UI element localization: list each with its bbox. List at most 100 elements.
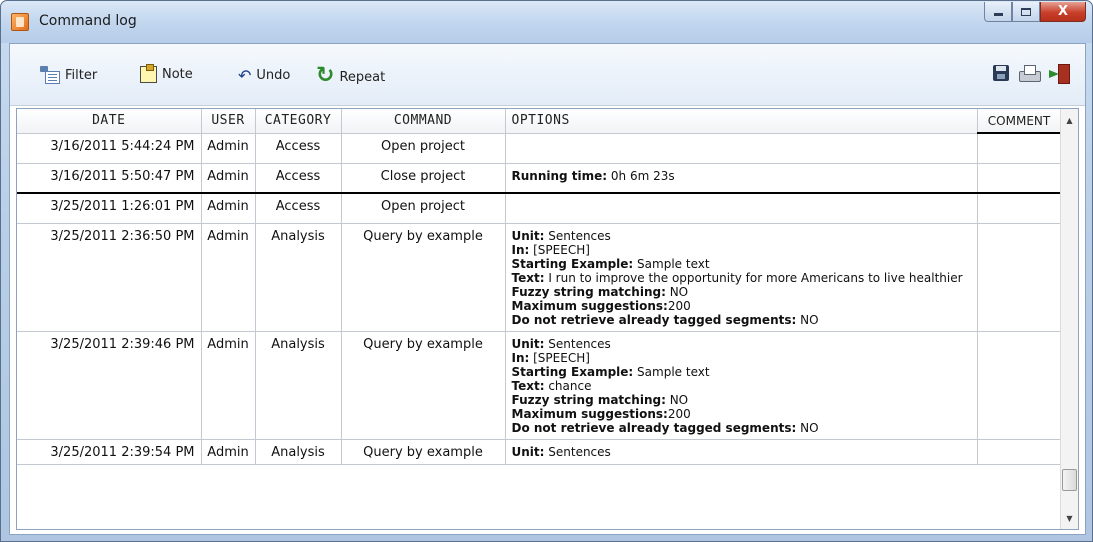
option-line: In: [SPEECH] bbox=[512, 351, 973, 365]
option-value: Sample text bbox=[633, 256, 710, 271]
cell-command: Open project bbox=[341, 133, 506, 164]
note-label: Note bbox=[162, 67, 193, 82]
cell-category: Analysis bbox=[255, 331, 342, 440]
option-key: Running time: bbox=[511, 168, 608, 183]
cell-date: 3/16/2011 5:50:47 PM bbox=[17, 163, 202, 194]
cell-category: Analysis bbox=[255, 223, 342, 332]
note-icon bbox=[140, 64, 157, 83]
option-key: Unit: bbox=[511, 228, 545, 243]
undo-button[interactable]: ↶ Undo bbox=[238, 66, 290, 85]
option-key: Unit: bbox=[511, 336, 545, 351]
cell-category: Access bbox=[255, 193, 342, 224]
cell-options: Unit: Sentences bbox=[505, 439, 978, 465]
cell-date: 3/25/2011 2:36:50 PM bbox=[17, 223, 202, 332]
app-icon bbox=[11, 13, 29, 31]
option-line: Starting Example: Sample text bbox=[512, 365, 973, 379]
client-area: Filter Note ↶ Undo ↻ Repeat DATE USER CA… bbox=[9, 43, 1086, 535]
filter-label: Filter bbox=[65, 67, 98, 83]
note-button[interactable]: Note bbox=[140, 64, 193, 83]
cell-category: Access bbox=[255, 163, 342, 194]
cell-user: Admin bbox=[201, 439, 256, 465]
command-log-window: Command log X Filter Note ↶ Undo ↻ Repea… bbox=[0, 0, 1093, 542]
table-row[interactable]: 3/16/2011 5:44:24 PM Admin Access Open proj… bbox=[17, 133, 1062, 164]
option-line: Unit: Sentences bbox=[512, 445, 973, 459]
column-header-options[interactable]: OPTIONS bbox=[505, 109, 978, 134]
cell-comment[interactable] bbox=[977, 133, 1062, 164]
option-key: Do not retrieve already tagged segments: bbox=[511, 420, 797, 435]
option-key: Fuzzy string matching: bbox=[511, 392, 666, 407]
column-header-date[interactable]: DATE bbox=[17, 109, 202, 134]
cell-command: Query by example bbox=[341, 439, 506, 465]
close-button[interactable]: X bbox=[1040, 2, 1086, 22]
filter-button[interactable]: Filter bbox=[40, 66, 97, 84]
column-header-command[interactable]: COMMAND bbox=[341, 109, 506, 134]
cell-user: Admin bbox=[201, 223, 256, 332]
table-row[interactable]: 3/25/2011 2:39:46 PM Admin Analysis Query b… bbox=[17, 331, 1062, 440]
cell-command: Query by example bbox=[341, 331, 506, 440]
column-header-comment[interactable]: COMMENT bbox=[977, 109, 1062, 134]
minimize-button[interactable] bbox=[984, 2, 1012, 22]
option-value: 200 bbox=[667, 298, 691, 313]
option-line: Maximum suggestions:200 bbox=[512, 299, 973, 313]
cell-category: Access bbox=[255, 133, 342, 164]
window-controls: X bbox=[984, 2, 1086, 22]
scroll-down-icon[interactable]: ▼ bbox=[1061, 509, 1078, 527]
option-line: Maximum suggestions:200 bbox=[512, 407, 973, 421]
cell-user: Admin bbox=[201, 133, 256, 164]
repeat-icon: ↻ bbox=[316, 63, 335, 88]
repeat-label: Repeat bbox=[339, 69, 386, 85]
option-value: NO bbox=[796, 420, 819, 435]
cell-comment[interactable] bbox=[977, 193, 1062, 224]
minimize-icon bbox=[993, 13, 1003, 16]
cell-options: Running time: 0h 6m 23s bbox=[505, 163, 978, 194]
cell-date: 3/25/2011 1:26:01 PM bbox=[17, 193, 202, 224]
option-line: Unit: Sentences bbox=[512, 229, 973, 243]
window-title: Command log bbox=[39, 13, 137, 29]
option-line: Do not retrieve already tagged segments:… bbox=[512, 313, 973, 327]
command-log-grid[interactable]: DATE USER CATEGORY COMMAND OPTIONS COMME… bbox=[16, 108, 1079, 530]
vertical-scrollbar[interactable]: ▲ ▼ bbox=[1060, 109, 1078, 529]
scroll-thumb[interactable] bbox=[1062, 469, 1077, 491]
filter-icon bbox=[40, 66, 60, 84]
option-value: NO bbox=[665, 284, 689, 299]
cell-date: 3/25/2011 2:39:46 PM bbox=[17, 331, 202, 440]
option-line: Starting Example: Sample text bbox=[512, 257, 973, 271]
undo-label: Undo bbox=[256, 68, 291, 83]
option-key: Starting Example: bbox=[511, 256, 634, 271]
cell-command: Open project bbox=[341, 193, 506, 224]
repeat-button[interactable]: ↻ Repeat bbox=[316, 63, 386, 88]
table-row[interactable]: 3/25/2011 2:39:54 PM Admin Analysis Query b… bbox=[17, 439, 1062, 465]
scroll-up-icon[interactable]: ▲ bbox=[1061, 111, 1078, 129]
cell-options: Unit: Sentences In: [SPEECH] Starting Exam… bbox=[505, 223, 978, 332]
cell-options bbox=[505, 193, 978, 224]
cell-user: Admin bbox=[201, 331, 256, 440]
cell-command: Close project bbox=[341, 163, 506, 194]
toolbar: Filter Note ↶ Undo ↻ Repeat bbox=[10, 44, 1085, 106]
option-value: chance bbox=[544, 378, 592, 393]
print-icon[interactable] bbox=[1019, 64, 1041, 82]
cell-comment[interactable] bbox=[977, 331, 1062, 440]
option-key: Maximum suggestions: bbox=[511, 298, 668, 313]
exit-icon[interactable] bbox=[1049, 64, 1070, 84]
option-value: Sentences bbox=[544, 336, 611, 351]
toolbar-right bbox=[993, 64, 1070, 84]
save-icon[interactable] bbox=[993, 65, 1009, 81]
cell-options bbox=[505, 133, 978, 164]
option-key: Unit: bbox=[511, 444, 545, 459]
cell-comment[interactable] bbox=[977, 439, 1062, 465]
option-value: 0h 6m 23s bbox=[607, 168, 675, 183]
option-value: [SPEECH] bbox=[529, 242, 590, 257]
option-line: In: [SPEECH] bbox=[512, 243, 973, 257]
table-row[interactable]: 3/16/2011 5:50:47 PM Admin Access Close pro… bbox=[17, 163, 1062, 194]
cell-comment[interactable] bbox=[977, 163, 1062, 194]
table-row[interactable]: 3/25/2011 2:36:50 PM Admin Analysis Query b… bbox=[17, 223, 1062, 332]
cell-command: Query by example bbox=[341, 223, 506, 332]
column-header-category[interactable]: CATEGORY bbox=[255, 109, 342, 134]
column-header-user[interactable]: USER bbox=[201, 109, 256, 134]
maximize-button[interactable] bbox=[1012, 2, 1040, 22]
option-key: Maximum suggestions: bbox=[511, 406, 668, 421]
title-bar[interactable]: Command log X bbox=[1, 1, 1092, 43]
table-row[interactable]: 3/25/2011 1:26:01 PM Admin Access Open proj… bbox=[17, 193, 1062, 224]
cell-date: 3/25/2011 2:39:54 PM bbox=[17, 439, 202, 465]
cell-comment[interactable] bbox=[977, 223, 1062, 332]
